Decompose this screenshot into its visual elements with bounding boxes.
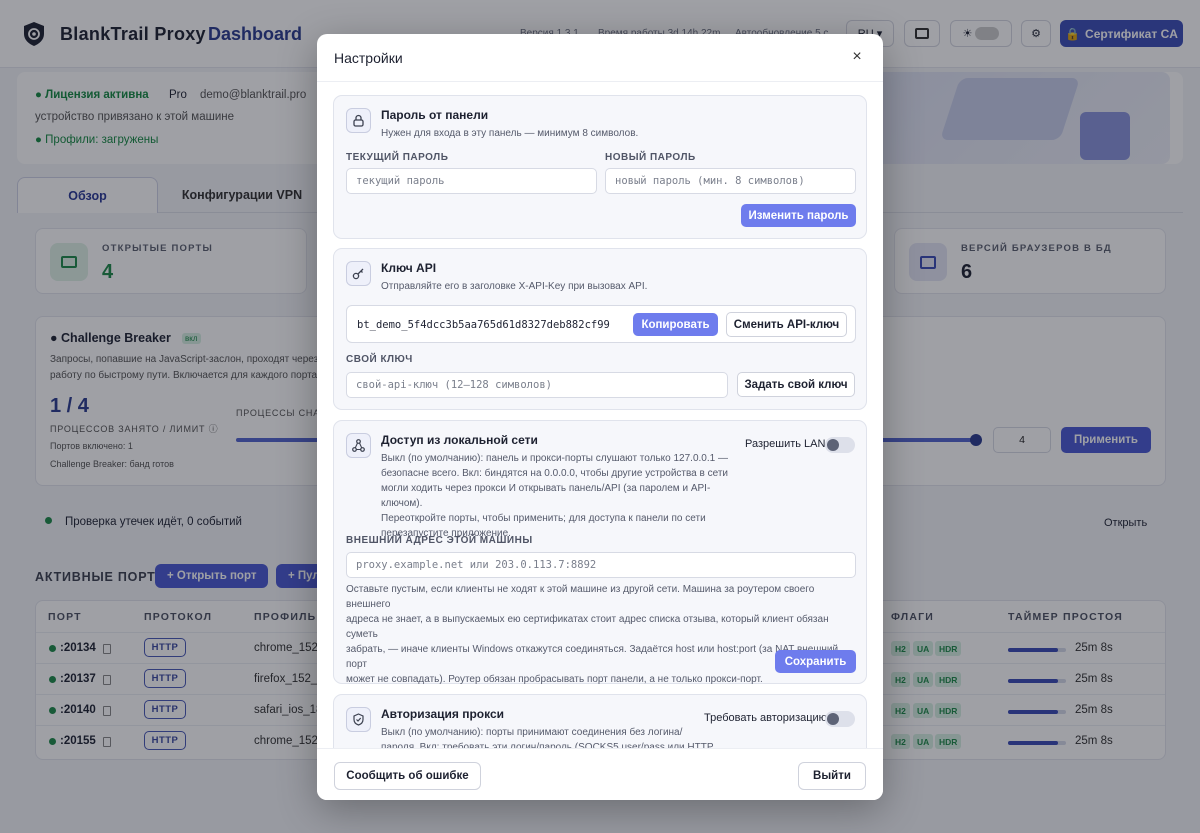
logout-button[interactable]: Выйти — [798, 762, 866, 790]
proxy-auth-section: Авторизация прокси Выкл (по умолчанию): … — [333, 694, 867, 748]
external-address-input[interactable] — [346, 552, 856, 578]
network-icon — [346, 433, 371, 458]
lan-desc-line: Выкл (по умолчанию): панель и прокси-пор… — [381, 453, 728, 464]
modal-footer: Сообщить об ошибке Выйти — [317, 748, 883, 800]
external-address-label: ВНЕШНИЙ АДРЕС ЭТОЙ МАШИНЫ — [346, 535, 533, 546]
help-line: Оставьте пустым, если клиенты не ходят к… — [346, 584, 815, 610]
allow-lan-toggle[interactable] — [825, 437, 855, 453]
lan-section: Доступ из локальной сети Выкл (по умолча… — [333, 420, 867, 685]
lan-desc-line: безопасне всего. Вкл: биндятся на 0.0.0.… — [381, 468, 729, 479]
password-desc: Нужен для входа в эту панель — минимум 8… — [381, 128, 639, 139]
proxy-auth-desc-line: пароля. Вкл: требовать эти логин/пароль … — [381, 742, 714, 748]
current-password-input[interactable] — [346, 168, 597, 194]
help-line: может не совпадать). Роутер обязан пробр… — [346, 674, 763, 685]
require-auth-toggle[interactable] — [825, 711, 855, 727]
proxy-auth-title: Авторизация прокси — [381, 707, 505, 721]
require-auth-label: Требовать авторизацию — [704, 712, 827, 724]
lan-desc-line: могли ходить через прокси И открывать па… — [381, 483, 711, 509]
lan-desc: Выкл (по умолчанию): панель и прокси-пор… — [381, 451, 751, 541]
password-title: Пароль от панели — [381, 108, 489, 122]
close-icon[interactable]: × — [847, 47, 867, 67]
modal-header: Настройки × — [317, 34, 883, 82]
api-key-box: bt_demo_5f4dcc3b5aa765d61d8327deb882cf99… — [346, 305, 856, 343]
new-password-label: НОВЫЙ ПАРОЛЬ — [605, 152, 696, 163]
rotate-api-key-button[interactable]: Сменить API-ключ — [726, 312, 847, 337]
password-section: Пароль от панели Нужен для входа в эту п… — [333, 95, 867, 239]
lock-icon — [346, 108, 371, 133]
lan-title: Доступ из локальной сети — [381, 433, 538, 447]
help-line: адреса не знает, а в выпускаемых ею серт… — [346, 614, 829, 640]
key-icon — [346, 261, 371, 286]
allow-lan-label: Разрешить LAN — [745, 438, 826, 450]
proxy-auth-desc-line: Выкл (по умолчанию): порты принимают сое… — [381, 727, 683, 738]
api-key-section: Ключ API Отправляйте его в заголовке X-A… — [333, 248, 867, 410]
change-password-button[interactable]: Изменить пароль — [741, 204, 856, 227]
proxy-auth-desc: Выкл (по умолчанию): порты принимают сое… — [381, 725, 721, 748]
current-password-label: ТЕКУЩИЙ ПАРОЛЬ — [346, 152, 449, 163]
own-key-label: СВОЙ КЛЮЧ — [346, 354, 413, 365]
report-bug-button[interactable]: Сообщить об ошибке — [334, 762, 481, 790]
lan-desc-line: Переоткройте порты, чтобы применить; для… — [381, 513, 706, 524]
settings-modal: Настройки × Пароль от панели Нужен для в… — [317, 34, 883, 800]
modal-title: Настройки — [334, 50, 403, 66]
own-key-input[interactable] — [346, 372, 728, 398]
save-external-address-button[interactable]: Сохранить — [775, 650, 856, 673]
set-own-key-button[interactable]: Задать свой ключ — [737, 372, 855, 397]
api-key-value: bt_demo_5f4dcc3b5aa765d61d8327deb882cf99 — [357, 319, 610, 331]
api-key-desc: Отправляйте его в заголовке X-API-Key пр… — [381, 281, 648, 292]
shield-icon — [346, 707, 371, 732]
api-key-title: Ключ API — [381, 261, 437, 275]
new-password-input[interactable] — [605, 168, 856, 194]
copy-api-key-button[interactable]: Копировать — [633, 313, 718, 336]
modal-body[interactable]: Пароль от панели Нужен для входа в эту п… — [317, 82, 883, 748]
